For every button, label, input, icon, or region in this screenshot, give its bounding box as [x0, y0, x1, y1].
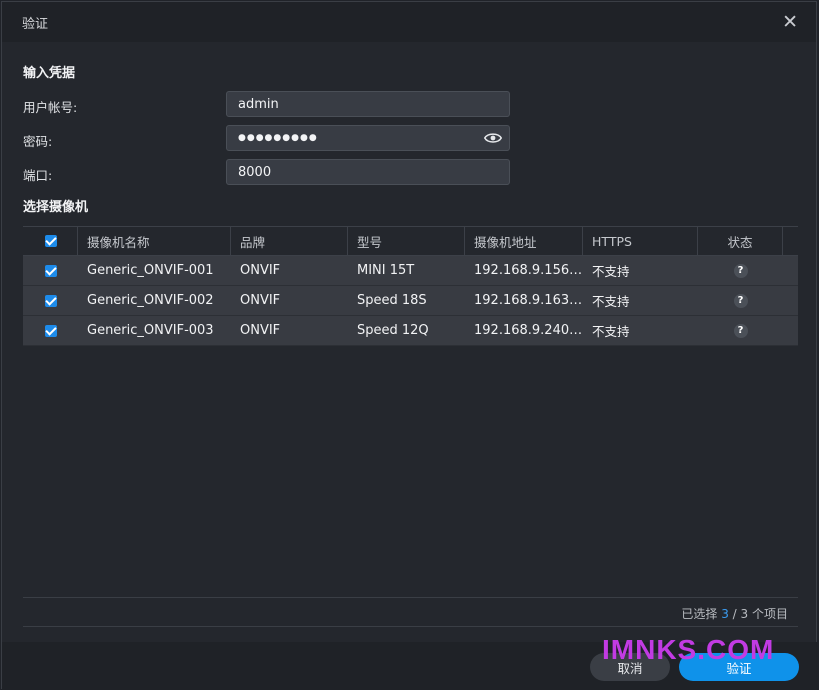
row-select-cell: [23, 294, 78, 307]
camera-https: 不支持: [592, 264, 630, 279]
password-value: ●●●●●●●●●: [238, 133, 318, 143]
camera-model: Speed 12Q: [357, 323, 429, 338]
camera-status: ?: [698, 323, 783, 338]
username-field[interactable]: admin: [226, 91, 510, 117]
camera-name: Generic_ONVIF-001: [87, 263, 214, 278]
password-field[interactable]: ●●●●●●●●●: [226, 125, 510, 151]
camera-status: ?: [698, 263, 783, 278]
table-header: 摄像机名称 品牌 型号 摄像机地址 HTTPS 状态: [23, 226, 798, 256]
selection-prefix: 已选择: [681, 607, 718, 621]
divider: [23, 597, 798, 598]
cameras-section-title: 选择摄像机: [23, 200, 89, 215]
col-https[interactable]: HTTPS: [583, 227, 698, 255]
camera-brand: ONVIF: [240, 293, 281, 308]
row-checkbox[interactable]: [45, 324, 57, 337]
question-icon[interactable]: ?: [733, 293, 748, 308]
username-label: 用户帐号:: [23, 100, 78, 115]
row-checkbox[interactable]: [45, 294, 57, 307]
port-value: 8000: [238, 164, 272, 180]
selection-count: 3: [721, 607, 729, 621]
camera-brand: ONVIF: [240, 323, 281, 338]
port-field[interactable]: 8000: [226, 159, 510, 185]
select-all-cell: [23, 227, 78, 255]
eye-icon[interactable]: [484, 130, 502, 146]
camera-table: 摄像机名称 品牌 型号 摄像机地址 HTTPS 状态 Generic_ONVIF…: [23, 226, 798, 346]
table-row[interactable]: Generic_ONVIF-002 ONVIF Speed 18S 192.16…: [23, 286, 798, 316]
row-checkbox[interactable]: [45, 264, 57, 277]
camera-name: Generic_ONVIF-002: [87, 293, 214, 308]
question-icon[interactable]: ?: [733, 323, 748, 338]
camera-model: MINI 15T: [357, 263, 415, 278]
camera-https: 不支持: [592, 324, 630, 339]
row-select-cell: [23, 264, 78, 277]
select-all-checkbox[interactable]: [45, 235, 57, 247]
selection-separator: /: [732, 607, 737, 621]
camera-brand: ONVIF: [240, 263, 281, 278]
table-row[interactable]: Generic_ONVIF-003 ONVIF Speed 12Q 192.16…: [23, 316, 798, 346]
camera-model: Speed 18S: [357, 293, 427, 308]
selection-status: 已选择 3 / 3 个项目: [681, 605, 788, 622]
dialog-title: 验证: [22, 16, 49, 32]
camera-address: 192.168.9.163…: [474, 293, 583, 308]
port-label: 端口:: [23, 168, 53, 183]
row-select-cell: [23, 324, 78, 337]
watermark-text: IMNKS.COM: [602, 634, 775, 665]
question-icon[interactable]: ?: [733, 263, 748, 278]
password-label: 密码:: [23, 134, 53, 149]
selection-total: 3 个项目: [740, 607, 788, 621]
dialog-titlebar: 验证 ✕: [2, 2, 816, 42]
col-brand[interactable]: 品牌: [231, 227, 348, 255]
username-value: admin: [238, 96, 279, 112]
camera-https: 不支持: [592, 294, 630, 309]
close-icon[interactable]: ✕: [782, 12, 798, 32]
camera-address: 192.168.9.240…: [474, 323, 583, 338]
verify-dialog: 验证 ✕ 输入凭据 用户帐号: admin 密码: ●●●●●●●●● 端口: …: [1, 1, 818, 690]
camera-name: Generic_ONVIF-003: [87, 323, 214, 338]
divider: [23, 626, 798, 627]
credentials-section-title: 输入凭据: [23, 66, 76, 81]
camera-status: ?: [698, 293, 783, 308]
col-address[interactable]: 摄像机地址: [465, 227, 583, 255]
col-model[interactable]: 型号: [348, 227, 465, 255]
table-row[interactable]: Generic_ONVIF-001 ONVIF MINI 15T 192.168…: [23, 256, 798, 286]
col-status[interactable]: 状态: [698, 227, 783, 255]
camera-address: 192.168.9.156…: [474, 263, 583, 278]
col-name[interactable]: 摄像机名称: [78, 227, 231, 255]
